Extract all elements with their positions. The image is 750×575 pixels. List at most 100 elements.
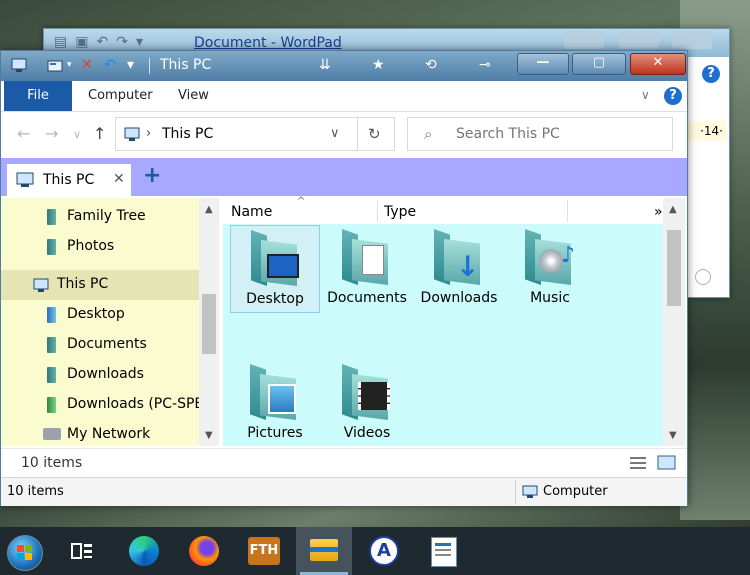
fth-button[interactable]: FTH [236,527,292,575]
undo-icon[interactable]: ↶ [96,34,108,50]
nav-scrollbar[interactable]: ▲ ▼ [199,198,219,446]
folder-tile-documents[interactable]: Documents [322,225,412,313]
this-pc-icon [16,172,34,187]
scroll-up-icon[interactable]: ▲ [205,204,213,215]
file-explorer-icon [310,539,338,561]
wordpad-maximize-button[interactable] [619,31,659,49]
folder-label: Videos [343,425,391,441]
customize-icon[interactable]: ▾ [136,34,143,50]
expand-ribbon-icon[interactable]: ∨ [641,88,650,102]
pin-icon[interactable]: ⊸ [479,57,491,73]
new-tab-icon[interactable]: + [143,163,161,188]
wordpad-zoom-control[interactable] [695,269,711,285]
start-button[interactable] [0,527,56,575]
close-tab-icon[interactable]: ✕ [113,171,125,187]
more-columns-icon[interactable]: » [654,204,663,220]
close-button[interactable]: ✕ [630,53,686,75]
wordpad-help-button[interactable]: ? [702,65,720,83]
breadcrumb-chevron-icon[interactable]: › [146,126,151,141]
scroll-track[interactable] [667,226,681,426]
back-icon[interactable]: ← [17,124,30,143]
undo-icon[interactable]: ↶ [104,57,116,73]
folder-tile-videos[interactable]: Videos [322,360,412,448]
window-title: This PC [160,57,212,73]
double-chevron-down-icon[interactable]: ⇊ [319,57,331,73]
delete-icon[interactable]: ✕ [81,57,93,73]
maximize-button[interactable]: ▢ [572,53,626,75]
downloads-folder-icon: ↓ [434,229,484,285]
tab-computer[interactable]: Computer [88,81,153,111]
details-view-icon[interactable] [629,455,647,471]
column-header-row: Name ^ Type » [223,196,663,224]
folder-tile-downloads[interactable]: ↓ Downloads [414,225,504,313]
wordpad-taskbar-button[interactable] [416,527,472,575]
firefox-button[interactable] [176,527,232,575]
folder-tile-pictures[interactable]: Pictures [230,360,320,448]
up-icon[interactable]: ↑ [93,124,106,143]
column-name[interactable]: Name [231,204,272,220]
folder-tile-music[interactable]: ♪ Music [505,225,595,313]
column-type[interactable]: Type [384,204,416,220]
wordpad-document-area[interactable] [685,57,729,297]
tab-file[interactable]: File [4,81,72,111]
tab-label: This PC [43,172,95,188]
scroll-down-icon[interactable]: ▼ [205,430,213,441]
details-status-bar: 10 items Computer [1,477,687,506]
wordpad-title: Document - WordPad [194,35,342,51]
folder-icon [47,209,56,225]
address-box[interactable]: › This PC ∨ ↻ [115,117,395,151]
nav-item-family-tree[interactable]: Family Tree [1,202,199,232]
column-divider[interactable] [377,200,378,222]
redo-icon[interactable]: ↷ [116,34,128,50]
search-input[interactable] [454,125,658,143]
address-dropdown-icon[interactable]: ∨ [330,126,340,141]
status-bar: 10 items [1,448,687,477]
nav-item-desktop[interactable]: Desktop [1,300,199,330]
content-scroll-thumb[interactable] [667,230,681,306]
edge-button[interactable] [116,527,172,575]
nav-item-this-pc[interactable]: This PC [1,270,199,300]
forward-icon[interactable]: → [45,124,58,143]
explorer-titlebar[interactable]: ▾ ✕ ↶ ▾ This PC ⇊ ★ ⟲ ⊸ — ▢ ✕ [1,51,687,81]
nav-item-photos[interactable]: Photos [1,232,199,262]
content-scrollbar[interactable]: ▲ ▼ [663,198,685,446]
documents-folder-icon [342,229,392,285]
file-explorer-button[interactable] [296,527,352,575]
wordpad-minimize-button[interactable] [564,31,604,49]
nav-item-downloads-pc-spec[interactable]: Downloads (PC-SPEC [1,390,199,420]
scroll-down-icon[interactable]: ▼ [669,430,677,441]
nav-item-my-network[interactable]: My Network [1,420,199,450]
tab-view[interactable]: View [178,81,209,111]
file-explorer-window[interactable]: ▾ ✕ ↶ ▾ This PC ⇊ ★ ⟲ ⊸ — ▢ ✕ File Compu… [0,50,688,506]
address-text[interactable]: This PC [162,126,213,142]
save-icon[interactable]: ▣ [75,34,88,50]
task-view-button[interactable] [54,527,110,575]
nav-item-downloads[interactable]: Downloads [1,360,199,390]
atom-app-button[interactable]: A [356,527,412,575]
chevron-down-icon[interactable]: ▾ [67,60,72,70]
sort-ascending-icon: ^ [297,196,306,207]
ribbon-tabs: File Computer View ∨ ? [1,81,687,112]
help-button[interactable]: ? [664,87,682,105]
network-drive-icon [43,428,61,440]
wordpad-close-button[interactable] [672,31,712,49]
folder-tile-desktop[interactable]: Desktop [230,225,320,313]
tab-this-pc[interactable]: This PC ✕ [7,164,131,196]
nav-item-label: This PC [57,276,109,292]
refresh-window-icon[interactable]: ⟲ [425,57,437,73]
search-box[interactable]: ⌕ [407,117,673,151]
customize-icon[interactable]: ▾ [127,57,134,73]
column-divider[interactable] [567,200,568,222]
properties-icon[interactable] [47,59,67,73]
desktop-folder-icon [251,230,301,286]
minimize-button[interactable]: — [517,53,569,75]
recent-locations-icon[interactable]: ∨ [73,128,81,141]
star-icon[interactable]: ★ [372,57,385,73]
fth-icon: FTH [248,537,280,565]
large-icons-view-icon[interactable] [657,454,677,472]
nav-scroll-thumb[interactable] [202,294,216,354]
wordpad-ruler: ·14· [687,121,727,141]
nav-item-documents[interactable]: Documents [1,330,199,360]
scroll-up-icon[interactable]: ▲ [669,204,677,215]
refresh-icon[interactable]: ↻ [368,125,381,143]
